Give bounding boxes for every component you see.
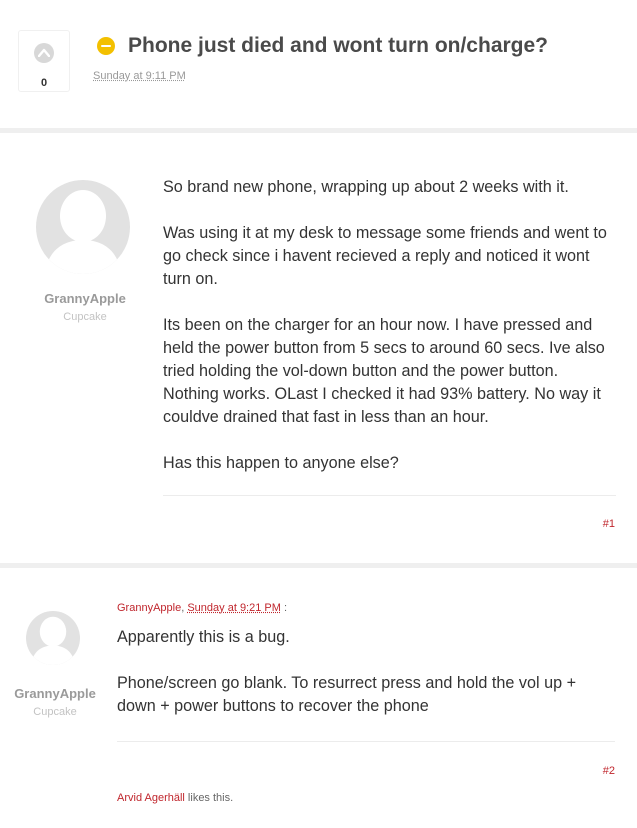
post-paragraph: Has this happen to anyone else?: [163, 454, 399, 472]
attribution-suffix: :: [280, 602, 288, 614]
post-paragraph: Was using it at my desk to message some …: [163, 224, 607, 288]
thread-date[interactable]: Sunday at 9:11 PM: [93, 70, 186, 82]
chevron-up-icon: [38, 48, 50, 57]
post: GrannyApple Cupcake So brand new phone, …: [0, 133, 637, 563]
post-paragraph: So brand new phone, wrapping up about 2 …: [163, 178, 569, 196]
title-row: Phone just died and wont turn on/charge?: [97, 34, 548, 58]
post-paragraph: Apparently this is a bug.: [117, 628, 290, 646]
post-body: Apparently this is a bug. Phone/screen g…: [117, 626, 597, 718]
minus-circle-icon: [97, 37, 115, 55]
default-avatar-icon: [45, 190, 121, 274]
likes-summary: Arvid Agerhäll likes this.: [117, 792, 233, 804]
vote-count: 0: [40, 77, 48, 89]
vote-widget: 0: [18, 30, 70, 92]
username[interactable]: GrannyApple: [0, 686, 110, 701]
post-permalink[interactable]: #1: [603, 518, 615, 530]
post-attribution: GrannyApple, Sunday at 9:21 PM :: [117, 602, 287, 614]
thread-title: Phone just died and wont turn on/charge?: [128, 34, 548, 57]
avatar[interactable]: [26, 611, 80, 665]
user-title: Cupcake: [33, 706, 77, 718]
post-paragraph: Its been on the charger for an hour now.…: [163, 316, 605, 426]
attribution-user-link[interactable]: GrannyApple: [117, 602, 181, 614]
post-body: So brand new phone, wrapping up about 2 …: [163, 176, 618, 475]
like-user-link[interactable]: Arvid Agerhäll: [117, 792, 185, 804]
post-separator: [117, 741, 615, 742]
avatar[interactable]: [36, 180, 130, 274]
post-paragraph: Phone/screen go blank. To resurrect pres…: [117, 674, 577, 715]
attribution-date-link[interactable]: Sunday at 9:21 PM: [187, 602, 281, 614]
post-separator: [163, 495, 616, 496]
post-permalink[interactable]: #2: [603, 765, 615, 777]
thread-header: 0 Phone just died and wont turn on/charg…: [0, 0, 637, 128]
likes-text: likes this.: [184, 792, 234, 804]
default-avatar-icon: [31, 616, 75, 665]
post: GrannyApple Cupcake GrannyApple, Sunday …: [0, 568, 637, 828]
user-title: Cupcake: [63, 311, 107, 323]
username[interactable]: GrannyApple: [18, 291, 152, 306]
upvote-button[interactable]: [34, 43, 54, 63]
